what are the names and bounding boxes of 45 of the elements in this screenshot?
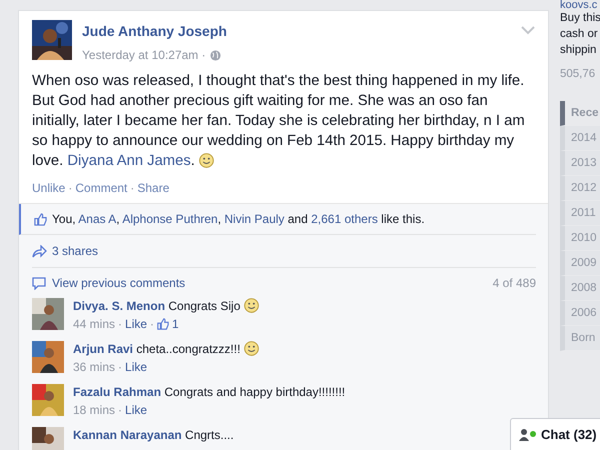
view-previous-comments-link[interactable]: View previous comments <box>52 274 186 292</box>
like-count[interactable]: 1 <box>172 316 179 332</box>
comment-text: Kannan Narayanan Cngrts.... <box>73 427 234 443</box>
post-action-link[interactable]: Share <box>137 179 170 197</box>
comment-count: 4 of 489 <box>492 275 536 292</box>
separator-dot: · <box>68 180 72 197</box>
post-action-link[interactable]: Unlike <box>32 179 66 197</box>
liker-link[interactable]: 2,661 others <box>311 212 378 226</box>
comment-text: Arjun Ravi cheta..congratzzz!!! <box>73 341 259 357</box>
like-count-text: 505,76 <box>560 67 596 82</box>
chat-label: Chat (32) <box>541 426 597 444</box>
share-arrow-icon <box>32 244 47 258</box>
chat-tab[interactable]: Chat (32) <box>510 418 600 450</box>
separator-dot: · <box>118 316 122 332</box>
comment-text: Fazalu Rahman Congrats and happy birthday!!!!!!!! <box>73 384 346 400</box>
liker-link[interactable]: Anas A <box>78 212 116 226</box>
like-link[interactable]: Like <box>125 402 148 418</box>
likes-summary: You, Anas A, Alphonse Puthren, Nivin Pauly and 2,661 others like this. <box>52 211 425 228</box>
liker-link[interactable]: Nivin Pauly <box>224 212 284 226</box>
author-name[interactable]: Jude Anthany Joseph <box>82 21 511 42</box>
like-link[interactable]: Like <box>125 359 148 375</box>
thumbs-up-icon <box>157 318 170 330</box>
chevron-down-icon[interactable] <box>521 26 535 35</box>
commenter-name[interactable]: Fazalu Rahman <box>73 385 162 399</box>
shares-link[interactable]: 3 shares <box>52 242 98 260</box>
post-time[interactable]: Yesterday at 10:27am · <box>82 46 206 64</box>
ad-url[interactable]: koovs.c <box>560 0 600 10</box>
comment-text: Divya. S. Menon Congrats Sijo <box>73 298 259 314</box>
like-link[interactable]: Like <box>125 316 148 332</box>
post-action-link[interactable]: Comment <box>75 179 128 197</box>
ad-text: cash or <box>560 27 599 42</box>
separator-dot: · <box>118 359 122 375</box>
mention-link[interactable]: Diyana Ann James <box>67 153 191 169</box>
thumbs-up-icon <box>34 212 47 226</box>
commenter-name[interactable]: Divya. S. Menon <box>73 299 166 313</box>
ad-text: shippin <box>560 43 598 58</box>
separator-dot: · <box>150 316 154 332</box>
liker-link[interactable]: Alphonse Puthren <box>122 212 218 226</box>
globe-icon[interactable] <box>210 50 221 60</box>
separator-dot: · <box>118 402 122 418</box>
post-text: When oso was released, I thought that's the best thing happened in my life. But God had another precious gift waiting for me. She was an oso fan initially, later I became her fan. Today she is celebrating her birthday, n I am so happy to announce our wedding on Feb 14th 2015. Happy birthday my love. Diyana Ann James. <box>32 72 526 171</box>
comment-icon <box>32 276 46 290</box>
separator-dot: · <box>130 180 134 197</box>
commenter-name[interactable]: Kannan Narayanan <box>73 428 182 442</box>
commenter-name[interactable]: Arjun Ravi <box>73 342 134 356</box>
